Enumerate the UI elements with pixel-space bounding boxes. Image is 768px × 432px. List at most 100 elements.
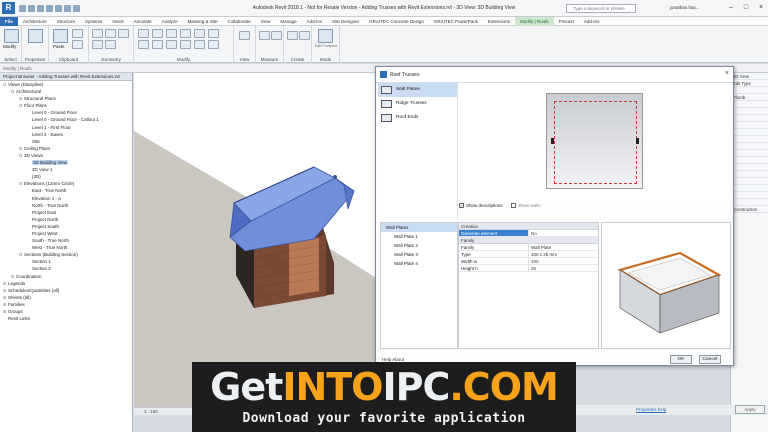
cut-geometry-icon[interactable] — [105, 29, 116, 38]
parameter-group-header[interactable]: Family — [459, 237, 598, 244]
tab-add-ins[interactable]: Add-Ins — [302, 17, 328, 26]
property-row[interactable] — [731, 199, 768, 206]
browser-tree-item[interactable]: ⊟ Sections (Building Section) — [0, 251, 132, 258]
parameter-row[interactable]: Height h 25 — [459, 265, 598, 272]
parameter-value[interactable]: 100 x 25 mm — [529, 251, 598, 257]
search-input[interactable]: Type a keyword or phrase — [566, 4, 636, 13]
property-row[interactable] — [731, 150, 768, 157]
tab-architecture[interactable]: Architecture — [18, 17, 52, 26]
tab-structure[interactable]: Structure — [52, 17, 80, 26]
parameter-row[interactable]: Generate element No — [459, 230, 598, 237]
truss-type-wall-plates[interactable]: Wall Plates — [378, 83, 457, 97]
browser-tree-item[interactable]: 3D View 1 — [0, 166, 132, 173]
mirror-axis-icon[interactable] — [152, 40, 163, 49]
copy-element-icon[interactable] — [166, 29, 177, 38]
browser-tree-item[interactable]: Project South — [0, 223, 132, 230]
rotate-icon[interactable] — [180, 29, 191, 38]
delete-icon[interactable] — [208, 40, 219, 49]
tab-insert[interactable]: Insert — [107, 17, 128, 26]
browser-tree-item[interactable]: ⊞ Coordination — [0, 273, 132, 280]
trim-icon[interactable] — [194, 29, 205, 38]
browser-tree-item[interactable]: ⊟ Floor Plans — [0, 102, 132, 109]
browser-tree-item[interactable]: ⊟ 3D Views — [0, 152, 132, 159]
minimize-button[interactable]: – — [724, 2, 738, 13]
tab-graitec-concrete-design[interactable]: GRAITEC Concrete Design — [364, 17, 429, 26]
tab-systems[interactable]: Systems — [80, 17, 107, 26]
browser-tree-item[interactable]: ⊞ Ceiling Plans — [0, 145, 132, 152]
browser-tree-item[interactable]: North - True North — [0, 202, 132, 209]
user-account[interactable]: jonathan.has... — [670, 5, 700, 10]
hide-view-icon[interactable] — [239, 31, 250, 40]
cope-icon[interactable] — [92, 29, 103, 38]
paint-icon[interactable] — [105, 40, 116, 49]
browser-tree-item[interactable]: ⊞ Sheets (all) — [0, 294, 132, 301]
tab-precast[interactable]: Precast — [554, 17, 579, 26]
property-row[interactable] — [731, 122, 768, 129]
paste-icon[interactable] — [53, 29, 68, 43]
browser-tree-item[interactable]: South - True North — [0, 237, 132, 244]
browser-tree-item[interactable]: ⊟ Architectural — [0, 88, 132, 95]
browser-tree-item[interactable]: 3D Building View — [0, 159, 132, 166]
truss-type-ridge-trusses[interactable]: Ridge Trusses — [378, 97, 457, 111]
create-assembly-icon[interactable] — [287, 31, 298, 40]
property-row[interactable] — [731, 164, 768, 171]
array-icon[interactable] — [166, 40, 177, 49]
browser-tree-item[interactable]: ⊞ Families — [0, 301, 132, 308]
tab-massing-site[interactable]: Massing & Site — [183, 17, 223, 26]
property-row[interactable] — [731, 178, 768, 185]
edit-footprint-icon[interactable] — [318, 29, 333, 43]
property-row[interactable] — [731, 171, 768, 178]
browser-tree-item[interactable]: East - True North — [0, 187, 132, 194]
mirror-icon[interactable] — [138, 40, 149, 49]
browser-tree-item[interactable]: Project East — [0, 209, 132, 216]
browser-tree-item[interactable]: ⊞ Structural Plans — [0, 95, 132, 102]
truss-type-roof-ends[interactable]: Roof Ends — [378, 111, 457, 125]
split-face-icon[interactable] — [92, 40, 103, 49]
browser-tree-item[interactable]: Level 0 - Ground Floor - Callout 1 — [0, 116, 132, 123]
property-row[interactable]: Edit Type — [731, 80, 768, 87]
browser-tree-item[interactable]: ⊞ Groups — [0, 308, 132, 315]
maximize-button[interactable]: □ — [739, 2, 753, 13]
tab-view[interactable]: View — [256, 17, 276, 26]
browser-tree-item[interactable]: Section 1 — [0, 258, 132, 265]
align-icon[interactable] — [138, 29, 149, 38]
properties-icon[interactable] — [28, 29, 43, 43]
tab-site-designer[interactable]: Site Designer — [327, 17, 364, 26]
wall-plate-item[interactable]: Wall Plate 3 — [381, 250, 457, 259]
browser-tree-item[interactable]: Level 0 - Ground Floor — [0, 109, 132, 116]
browser-tree-item[interactable]: Revit Links — [0, 315, 132, 322]
browser-tree-item[interactable]: ⊞ Legends — [0, 280, 132, 287]
browser-tree-item[interactable]: {3D} — [0, 173, 132, 180]
browser-tree-item[interactable]: Level 2 - Eaves — [0, 131, 132, 138]
wall-plates-root[interactable]: Wall Plates — [381, 223, 457, 232]
modify-arrow-icon[interactable] — [4, 29, 19, 43]
cancel-button[interactable]: Cancel — [699, 355, 721, 364]
browser-tree-item[interactable]: Project West — [0, 230, 132, 237]
property-row[interactable] — [731, 157, 768, 164]
properties-help-link[interactable]: Properties help — [636, 407, 666, 412]
ok-button[interactable]: OK — [670, 355, 692, 364]
tab-collaborate[interactable]: Collaborate — [223, 17, 256, 26]
wall-plate-item[interactable]: Wall Plate 4 — [381, 259, 457, 268]
tab-file[interactable]: File — [0, 16, 18, 26]
property-row[interactable]: 3D View — [731, 73, 768, 80]
property-row[interactable] — [731, 185, 768, 192]
parameter-value[interactable]: 100 — [529, 258, 598, 264]
copy-icon[interactable] — [72, 40, 83, 49]
browser-tree-item[interactable]: Project North — [0, 216, 132, 223]
show-descriptions-checkbox[interactable]: ✓ Show descriptions — [459, 203, 503, 208]
pin-icon[interactable] — [194, 40, 205, 49]
property-row[interactable] — [731, 101, 768, 108]
property-row[interactable] — [731, 143, 768, 150]
move-icon[interactable] — [152, 29, 163, 38]
browser-tree-item[interactable]: West - True North — [0, 244, 132, 251]
create-similar-icon[interactable] — [299, 31, 310, 40]
parameter-row[interactable]: Width w 100 — [459, 258, 598, 265]
browser-tree-item[interactable]: Level 1 - First Floor — [0, 124, 132, 131]
tab-add-ins[interactable]: Add-Ins — [579, 17, 605, 26]
parameter-value[interactable]: No — [529, 230, 598, 236]
property-row[interactable] — [731, 129, 768, 136]
parameter-row[interactable]: Type 100 x 25 mm — [459, 251, 598, 258]
tab-analyze[interactable]: Analyze — [157, 17, 183, 26]
wall-plate-item[interactable]: Wall Plate 1 — [381, 232, 457, 241]
